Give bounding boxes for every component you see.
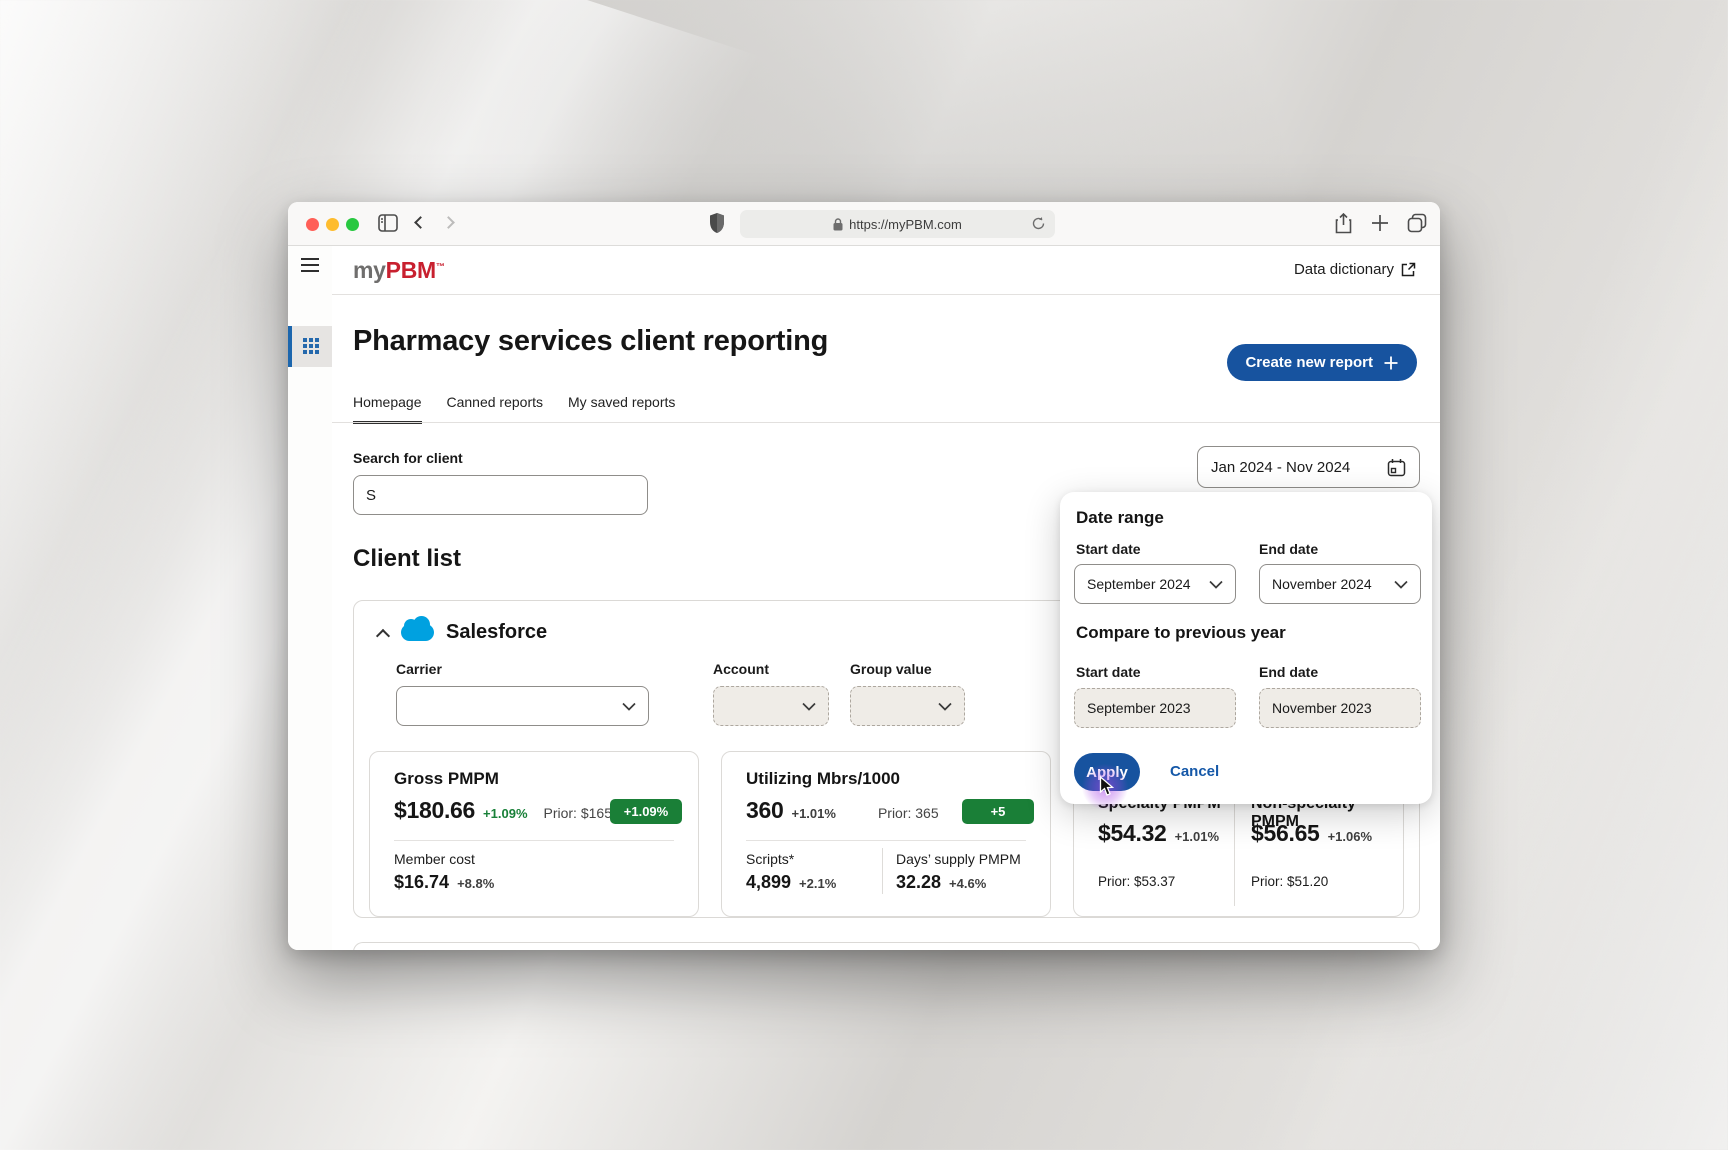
tab-canned-reports[interactable]: Canned reports (447, 394, 544, 424)
plus-icon (1383, 355, 1399, 371)
salesforce-logo-icon (399, 618, 436, 644)
browser-titlebar: https://myPBM.com (288, 202, 1440, 246)
chevron-down-icon (1394, 580, 1408, 589)
minimize-window-button[interactable] (326, 218, 339, 231)
date-range-field[interactable]: Jan 2024 - Nov 2024 (1197, 446, 1420, 488)
metric-value: 360 (746, 797, 783, 824)
compare-end-date-field: November 2023 (1259, 688, 1421, 728)
metric-title: Utilizing Mbrs/1000 (746, 769, 900, 789)
search-client-input[interactable] (353, 475, 648, 515)
start-date-select[interactable]: September 2024 (1074, 564, 1236, 604)
data-dictionary-label: Data dictionary (1294, 261, 1394, 278)
metric-prior: Prior: 365 (878, 805, 939, 821)
chevron-down-icon (1209, 580, 1223, 589)
calendar-icon (1387, 458, 1406, 477)
metric-prior: Prior: $51.20 (1251, 874, 1328, 889)
new-tab-button[interactable] (1371, 214, 1389, 232)
client-card-next (353, 942, 1420, 950)
compare-start-date-label: Start date (1076, 664, 1141, 680)
app-logo: myPBM™ (353, 257, 445, 284)
compare-end-date-label: End date (1259, 664, 1318, 680)
url-text: https://myPBM.com (849, 217, 962, 232)
compare-heading: Compare to previous year (1076, 623, 1286, 643)
chevron-down-icon (622, 702, 636, 711)
metric-card-gross-pmpm: Gross PMPM $180.66 +1.09% Prior: $165.3 … (369, 751, 699, 917)
sub-metric-label: Member cost (394, 851, 475, 867)
chevron-down-icon (802, 702, 816, 711)
create-new-report-label: Create new report (1245, 354, 1373, 371)
external-link-icon (1401, 262, 1416, 277)
tabs-divider (332, 422, 1440, 423)
metric-title: Gross PMPM (394, 769, 499, 789)
report-tabs: Homepage Canned reports My saved reports (353, 394, 675, 424)
apps-grid-icon (303, 338, 321, 356)
privacy-shield-icon[interactable] (709, 212, 725, 234)
metric-change: +1.09% (483, 806, 527, 821)
card-divider (746, 840, 1026, 841)
account-select[interactable] (713, 686, 829, 726)
carrier-select[interactable] (396, 686, 649, 726)
app-header: myPBM™ Data dictionary (332, 246, 1440, 295)
tab-my-saved-reports[interactable]: My saved reports (568, 394, 675, 424)
page-content: Pharmacy services client reporting Creat… (332, 295, 1440, 950)
left-rail (288, 246, 332, 950)
page-title: Pharmacy services client reporting (353, 325, 828, 358)
forward-button[interactable] (442, 216, 455, 229)
group-value-select[interactable] (850, 686, 965, 726)
metric-change: +1.01% (791, 806, 835, 821)
cancel-button[interactable]: Cancel (1170, 763, 1219, 780)
lock-icon (833, 218, 843, 231)
sub-metric-value: 4,899 +2.1% (746, 872, 836, 893)
metric-value: $180.66 (394, 797, 475, 824)
sub-metric-label: Days’ supply PMPM (896, 851, 1021, 867)
metric-value: $56.65 (1251, 820, 1320, 847)
group-value-label: Group value (850, 661, 932, 677)
close-window-button[interactable] (306, 218, 319, 231)
date-range-value: Jan 2024 - Nov 2024 (1211, 459, 1350, 476)
sub-metric-value: 32.28 +4.6% (896, 872, 986, 893)
sidebar-item-apps[interactable] (288, 326, 332, 367)
metric-change: +1.06% (1328, 829, 1372, 844)
menu-icon[interactable] (301, 258, 319, 272)
sub-metric-label: Scripts* (746, 851, 794, 867)
data-dictionary-link[interactable]: Data dictionary (1294, 261, 1416, 278)
tab-overview-button[interactable] (1407, 213, 1427, 233)
chevron-down-icon (938, 702, 952, 711)
apply-button[interactable]: Apply (1074, 753, 1140, 791)
create-new-report-button[interactable]: Create new report (1227, 344, 1417, 381)
compare-start-date-field: September 2023 (1074, 688, 1236, 728)
end-date-label: End date (1259, 541, 1318, 557)
browser-window: https://myPBM.com myPBM™ Data dictionary (288, 202, 1440, 950)
end-date-select[interactable]: November 2024 (1259, 564, 1421, 604)
change-badge: +5 (962, 799, 1034, 824)
metric-card-utilizing-mbrs: Utilizing Mbrs/1000 360 +1.01% Prior: 36… (721, 751, 1051, 917)
date-range-popover: Date range Start date End date September… (1060, 492, 1432, 804)
search-for-client-label: Search for client (353, 450, 463, 466)
account-label: Account (713, 661, 769, 677)
client-name: Salesforce (446, 621, 547, 644)
client-list-heading: Client list (353, 545, 461, 573)
sub-metric-value: $16.74 +8.8% (394, 872, 494, 893)
popover-title: Date range (1076, 508, 1164, 528)
zoom-window-button[interactable] (346, 218, 359, 231)
collapse-chevron-up-icon[interactable] (376, 629, 390, 643)
tab-homepage[interactable]: Homepage (353, 394, 422, 424)
share-button[interactable] (1335, 213, 1352, 234)
metric-prior: Prior: $53.37 (1098, 874, 1175, 889)
sub-divider (882, 848, 883, 894)
back-button[interactable] (414, 216, 427, 229)
start-date-label: Start date (1076, 541, 1141, 557)
card-divider (394, 840, 674, 841)
change-badge: +1.09% (610, 799, 682, 824)
reload-button[interactable] (1031, 216, 1046, 231)
metric-value: $54.32 (1098, 820, 1167, 847)
sidebar-toggle-icon[interactable] (378, 214, 398, 232)
address-bar[interactable]: https://myPBM.com (740, 210, 1055, 238)
metric-change: +1.01% (1175, 829, 1219, 844)
carrier-label: Carrier (396, 661, 442, 677)
